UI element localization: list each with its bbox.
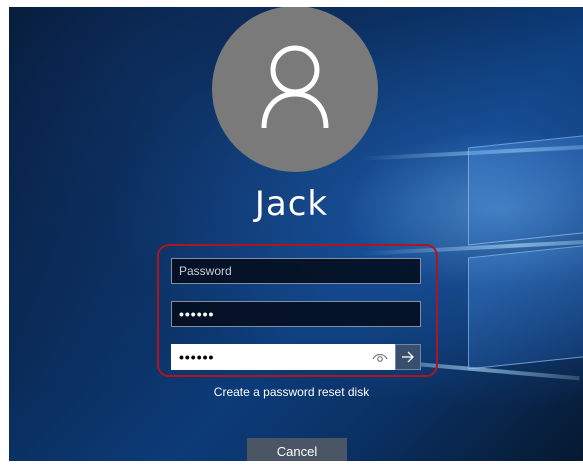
windows-logo-pane [468, 242, 583, 370]
image-border [0, 461, 583, 465]
image-border [0, 0, 9, 465]
reset-disk-link[interactable]: Create a password reset disk [0, 385, 583, 399]
user-name: Jack [254, 184, 329, 224]
image-border [0, 0, 583, 7]
avatar [212, 6, 378, 172]
lock-screen-background: Jack Password •••••• •••••• Create a pas… [0, 0, 583, 465]
highlight-annotation [157, 244, 438, 377]
user-icon [261, 45, 329, 129]
